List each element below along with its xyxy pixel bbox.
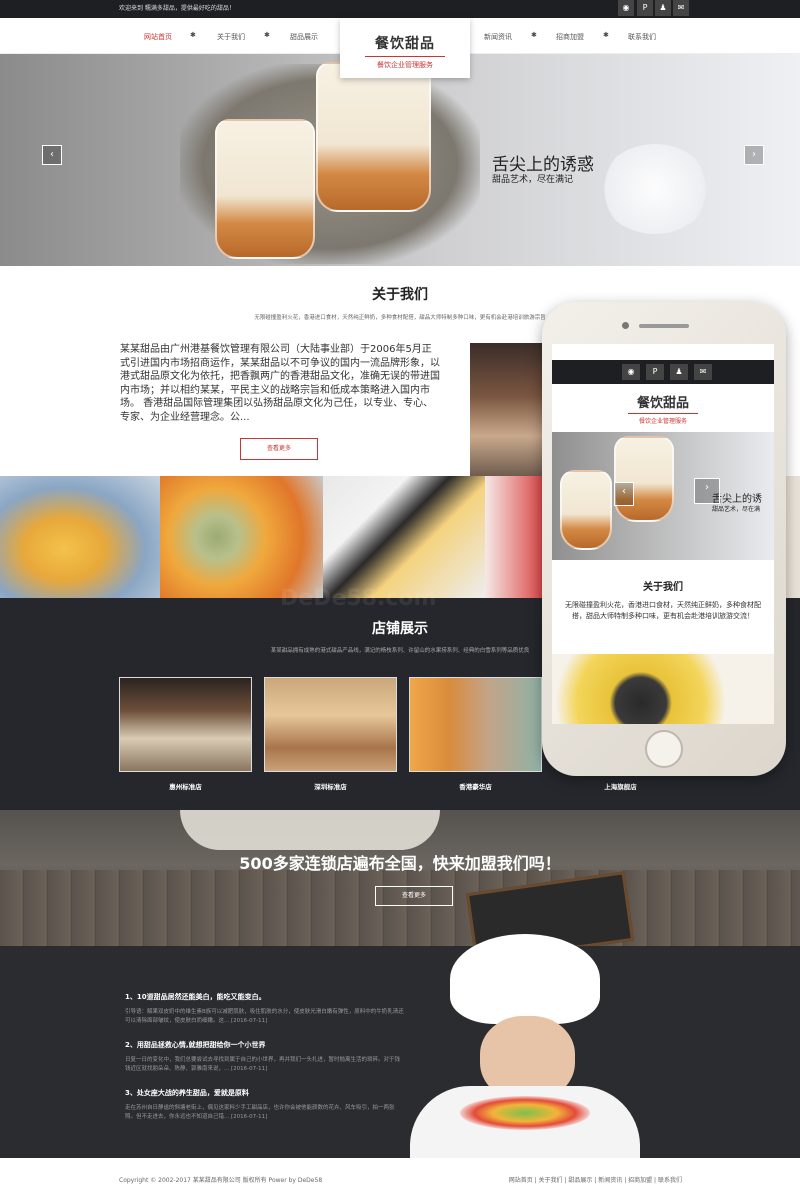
mobile-banner: 舌尖上的诱 甜品艺术，尽在满 xyxy=(552,432,774,560)
nav-products[interactable]: 甜品展示 xyxy=(290,32,318,42)
about-text: 某某甜品由广州港基餐饮管理有限公司（大陆事业部）于2006年5月正式引进国内市场… xyxy=(120,344,440,423)
franchise-headline: 500多家连锁店遍布全国，快来加盟我们吗！ xyxy=(239,854,561,873)
news-summary: 引导语：解果双皮奶中的维生素B族可以减肥肌肤，吸住肌肤的水分，使皮肤光滑白嫩有弹… xyxy=(125,1009,404,1024)
dessert-photo xyxy=(323,476,485,598)
nav-news[interactable]: 新闻资讯 xyxy=(484,32,512,42)
nav-separator: ✱ xyxy=(264,31,270,39)
mobile-about-title: 关于我们 xyxy=(643,582,683,593)
dessert-jar-image xyxy=(316,62,431,212)
phone-camera xyxy=(622,322,629,329)
nav-separator: ✱ xyxy=(603,31,609,39)
nav-separator: ✱ xyxy=(531,31,537,39)
news-title[interactable]: 1、10道甜品居然还能美白，能吃又能变白。 xyxy=(125,992,266,1002)
store-name[interactable]: 惠州标准店 xyxy=(119,781,252,791)
news-section: 1、10道甜品居然还能美白，能吃又能变白。 引导语：解果双皮奶中的维生素B族可以… xyxy=(0,934,800,1158)
nav-about[interactable]: 关于我们 xyxy=(217,32,245,42)
footer-link[interactable]: 新闻资讯 xyxy=(598,1177,622,1184)
mobile-prev-button[interactable]: ‹ xyxy=(614,482,634,506)
about-more-button[interactable]: 查看更多 xyxy=(240,438,318,460)
weibo-icon[interactable]: ◉ xyxy=(618,0,634,16)
news-summary: 日复一日的变化中，我们总要尝试去寻找到属于自己的小世界，再并我们一头扎进，暂时抛… xyxy=(125,1057,401,1072)
chef-image xyxy=(410,934,640,1158)
mail-icon[interactable]: ✉ xyxy=(694,364,712,380)
mobile-social-bar: ◉ P ♟ ✉ xyxy=(552,360,774,384)
footer-link[interactable]: 招商加盟 xyxy=(628,1177,652,1184)
logo-divider xyxy=(365,56,445,57)
store-name[interactable]: 深圳标准店 xyxy=(264,781,397,791)
blurred-dessert-image xyxy=(600,144,710,234)
store-name[interactable]: 上海旗舰店 xyxy=(554,781,687,791)
banner-prev-button[interactable]: ‹ xyxy=(42,145,62,165)
mobile-next-button[interactable]: › xyxy=(694,478,720,504)
footer-link[interactable]: 联系我们 xyxy=(658,1177,682,1184)
hero-banner xyxy=(0,54,800,266)
logo-title: 餐饮甜品 xyxy=(375,36,435,52)
footer-link[interactable]: 关于我们 xyxy=(539,1177,563,1184)
store-photo[interactable] xyxy=(119,677,252,772)
qq-icon[interactable]: ♟ xyxy=(670,364,688,380)
news-date: [2016-07-11] xyxy=(231,1018,268,1024)
franchise-banner xyxy=(0,810,800,946)
dessert-jar-image xyxy=(614,436,674,522)
news-date: [2016-07-11] xyxy=(231,1114,268,1120)
dessert-jar-image xyxy=(560,470,612,550)
footer-link[interactable]: 甜品展示 xyxy=(568,1177,592,1184)
nav-home[interactable]: 网站首页 xyxy=(144,32,172,42)
news-summary: 走在苏州自日静谧的斜塘老街上，偶见这家料少手工甜品店，也许你会被他能颜数的花卉、… xyxy=(125,1105,395,1120)
phone-speaker xyxy=(639,324,689,328)
dessert-plate-image xyxy=(180,810,440,850)
franchise-more-button[interactable]: 查看更多 xyxy=(375,886,453,906)
top-bar: 欢迎来到 糯满多甜品，提供最好吃的甜品！ ◉ P ♟ ✉ xyxy=(0,0,800,18)
banner-subslogan: 甜品艺术，尽在满记 xyxy=(492,175,574,185)
dessert-photo xyxy=(160,476,323,598)
watermark: DeDe58.com xyxy=(280,586,437,611)
weibo-icon[interactable]: ◉ xyxy=(622,364,640,380)
logo-subtitle: 餐饮企业管理服务 xyxy=(377,61,433,69)
site-logo[interactable]: 餐饮甜品 餐饮企业管理服务 xyxy=(340,18,470,78)
store-interior-image xyxy=(470,343,542,476)
nav-franchise[interactable]: 招商加盟 xyxy=(556,32,584,42)
footer-link[interactable]: 网站首页 xyxy=(509,1177,533,1184)
mobile-logo-title: 餐饮甜品 xyxy=(636,396,689,411)
store-name[interactable]: 香港豪华店 xyxy=(409,781,542,791)
footer: Copyright © 2002-2017 某某甜品有限公司 版权所有 Powe… xyxy=(0,1158,800,1200)
mobile-screen: ◉ P ♟ ✉ 餐饮甜品 餐饮企业管理服务 舌尖上的诱 甜品艺术，尽在满 ‹ ›… xyxy=(552,344,774,724)
mobile-about-text: 无限碰撞盈利火花，香港进口食材，天然纯正鲜奶，多种食材配搭，甜品大师特制多种口味… xyxy=(565,601,761,620)
news-title[interactable]: 2、用甜品拯救心情,就想把甜给你一个小世界 xyxy=(125,1040,266,1050)
store-photo[interactable] xyxy=(409,677,542,772)
nav-separator: ✱ xyxy=(190,31,196,39)
dessert-jar-image xyxy=(215,119,315,259)
phone-home-button xyxy=(645,730,683,768)
mobile-preview-phone: ◉ P ♟ ✉ 餐饮甜品 餐饮企业管理服务 舌尖上的诱 甜品艺术，尽在满 ‹ ›… xyxy=(542,302,786,776)
dessert-photo xyxy=(0,476,160,598)
banner-next-button[interactable]: › xyxy=(744,145,764,165)
store-photo[interactable] xyxy=(264,677,397,772)
mobile-logo-subtitle: 餐饮企业管理服务 xyxy=(638,418,687,425)
welcome-text: 欢迎来到 糯满多甜品，提供最好吃的甜品！ xyxy=(119,5,235,12)
mobile-subslogan: 甜品艺术，尽在满 xyxy=(712,506,761,513)
copyright: Copyright © 2002-2017 某某甜品有限公司 版权所有 Powe… xyxy=(119,1177,323,1184)
pinterest-icon[interactable]: P xyxy=(637,0,653,16)
mobile-dessert-image xyxy=(552,654,774,724)
nav-contact[interactable]: 联系我们 xyxy=(628,32,656,42)
pinterest-icon[interactable]: P xyxy=(646,364,664,380)
mobile-logo[interactable]: 餐饮甜品 餐饮企业管理服务 xyxy=(552,392,774,425)
news-date: [2016-07-11] xyxy=(231,1066,268,1072)
news-title[interactable]: 3、处女座大战的养生甜品，爱就是原料 xyxy=(125,1088,249,1098)
about-title: 关于我们 xyxy=(372,287,428,303)
mail-icon[interactable]: ✉ xyxy=(673,0,689,16)
footer-links: 网站首页 | 关于我们 | 甜品展示 | 新闻资讯 | 招商加盟 | 联系我们 xyxy=(508,1177,682,1184)
qq-icon[interactable]: ♟ xyxy=(655,0,671,16)
wood-fence-image xyxy=(0,870,800,946)
